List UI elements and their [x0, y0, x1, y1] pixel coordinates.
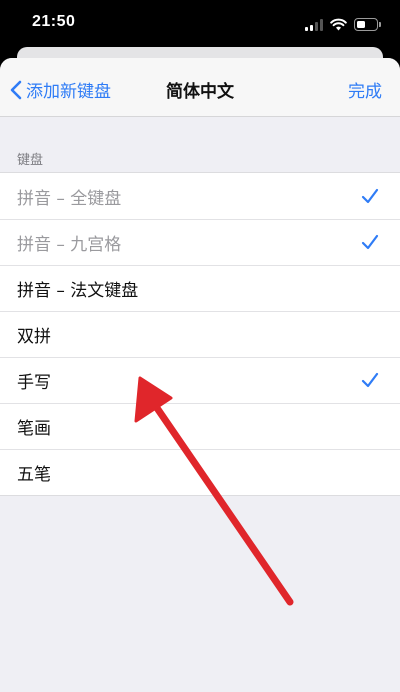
checkmark-icon [361, 188, 379, 204]
back-button-label: 添加新键盘 [26, 82, 111, 102]
keyboard-row[interactable]: 双拼 [0, 311, 400, 357]
keyboard-row-label: 手写 [17, 372, 51, 393]
keyboard-list: 拼音 – 全键盘 拼音 – 九宫格 拼音 – 法文键盘 双拼手写笔画五笔 [0, 172, 400, 496]
checkmark-icon [361, 372, 379, 388]
keyboard-row[interactable]: 手写 [0, 357, 400, 403]
chevron-left-icon [10, 80, 22, 99]
keyboard-row[interactable]: 拼音 – 法文键盘 [0, 265, 400, 311]
keyboard-row[interactable]: 笔画 [0, 403, 400, 449]
section-header: 键盘 [17, 153, 44, 168]
keyboard-row-label: 拼音 – 九宫格 [17, 234, 122, 255]
navigation-bar: 添加新键盘 简体中文 完成 [0, 58, 400, 117]
wifi-icon [330, 18, 347, 30]
status-icons [305, 14, 381, 34]
keyboard-row-label: 双拼 [17, 326, 51, 347]
keyboard-row-label: 拼音 – 法文键盘 [17, 280, 139, 301]
status-bar: 21:50 [0, 0, 400, 48]
done-button[interactable]: 完成 [348, 77, 382, 102]
keyboard-row[interactable]: 五笔 [0, 449, 400, 495]
keyboard-row-label: 拼音 – 全键盘 [17, 188, 122, 209]
keyboard-settings-sheet: 添加新键盘 简体中文 完成 键盘 拼音 – 全键盘 拼音 – 九宫格 拼音 – 法文… [0, 58, 400, 692]
checkmark-icon [361, 234, 379, 250]
keyboard-row-label: 笔画 [17, 418, 51, 439]
battery-icon [354, 17, 381, 31]
back-button[interactable]: 添加新键盘 [10, 77, 111, 102]
keyboard-row[interactable]: 拼音 – 九宫格 [0, 219, 400, 265]
keyboard-row[interactable]: 拼音 – 全键盘 [0, 173, 400, 219]
keyboard-row-label: 五笔 [17, 464, 51, 485]
status-time: 21:50 [32, 13, 76, 30]
cellular-signal-icon [305, 18, 323, 31]
